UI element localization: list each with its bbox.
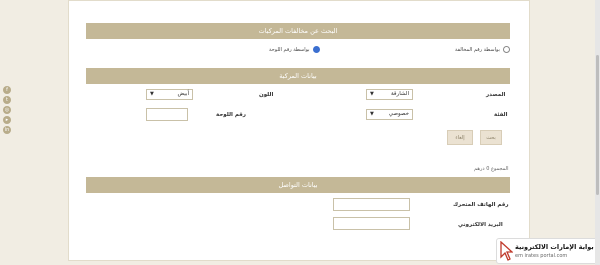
color-label: اللون bbox=[259, 92, 274, 98]
option-fine[interactable]: بواسطة رقم المخالفة bbox=[455, 46, 510, 53]
category-label: الفئة bbox=[494, 112, 508, 118]
vehicle-section-header: بيانات المركبة bbox=[86, 68, 510, 84]
brand-url: em irates portal.com bbox=[515, 253, 568, 259]
search-section-header: البحث عن مخالفات المركبات bbox=[86, 23, 510, 39]
color-value: أبيض bbox=[177, 91, 189, 97]
total-amount: المجموع 0 درهم bbox=[474, 166, 509, 172]
search-button[interactable]: بحث bbox=[480, 130, 502, 145]
brand-watermark: بوابة الإمارات الالكترونية em irates por… bbox=[496, 238, 600, 264]
pointer-cursor-icon bbox=[500, 241, 513, 261]
linkedin-icon[interactable]: in bbox=[3, 126, 11, 134]
search-section-title: البحث عن مخالفات المركبات bbox=[258, 27, 338, 35]
social-links: f t ◎ ▸ in bbox=[3, 86, 13, 136]
twitter-icon[interactable]: t bbox=[3, 96, 11, 104]
option-plate-radio[interactable] bbox=[312, 46, 320, 53]
mobile-input[interactable] bbox=[333, 198, 410, 211]
plate-label: رقم اللوحة bbox=[216, 112, 246, 118]
reset-button[interactable]: إلغاء bbox=[447, 130, 473, 145]
scrollbar-thumb[interactable] bbox=[596, 55, 599, 195]
email-input[interactable] bbox=[333, 217, 410, 230]
violations-form-card: البحث عن مخالفات المركبات بواسطة رقم الل… bbox=[68, 0, 530, 261]
chevron-down-icon: ▼ bbox=[370, 91, 374, 97]
chevron-down-icon: ▼ bbox=[150, 91, 154, 97]
option-fine-label: بواسطة رقم المخالفة bbox=[455, 46, 500, 53]
vertical-scrollbar[interactable] bbox=[595, 0, 600, 265]
chevron-down-icon: ▼ bbox=[370, 111, 374, 117]
brand-name: بوابة الإمارات الالكترونية bbox=[515, 243, 594, 251]
youtube-icon[interactable]: ▸ bbox=[3, 116, 11, 124]
contact-section-title: بيانات التواصل bbox=[278, 181, 318, 189]
source-label: المصدر bbox=[486, 92, 506, 98]
facebook-icon[interactable]: f bbox=[3, 86, 11, 94]
category-value: خصوصي bbox=[388, 111, 409, 117]
source-value: الشارقة bbox=[390, 91, 409, 97]
instagram-icon[interactable]: ◎ bbox=[3, 106, 11, 114]
category-select[interactable]: ▼ خصوصي bbox=[366, 109, 413, 120]
option-plate[interactable]: بواسطة رقم اللوحة bbox=[269, 46, 320, 53]
contact-section-header: بيانات التواصل bbox=[86, 177, 510, 193]
email-label: البريد الالكتروني bbox=[458, 222, 503, 228]
option-plate-label: بواسطة رقم اللوحة bbox=[269, 46, 310, 53]
vehicle-section-title: بيانات المركبة bbox=[279, 72, 317, 80]
mobile-label: رقم الهاتف المتحرك bbox=[453, 202, 509, 208]
source-select[interactable]: ▼ الشارقة bbox=[366, 89, 413, 100]
option-fine-radio[interactable] bbox=[502, 46, 510, 53]
plate-input[interactable] bbox=[146, 108, 188, 121]
color-select[interactable]: ▼ أبيض bbox=[146, 89, 193, 100]
